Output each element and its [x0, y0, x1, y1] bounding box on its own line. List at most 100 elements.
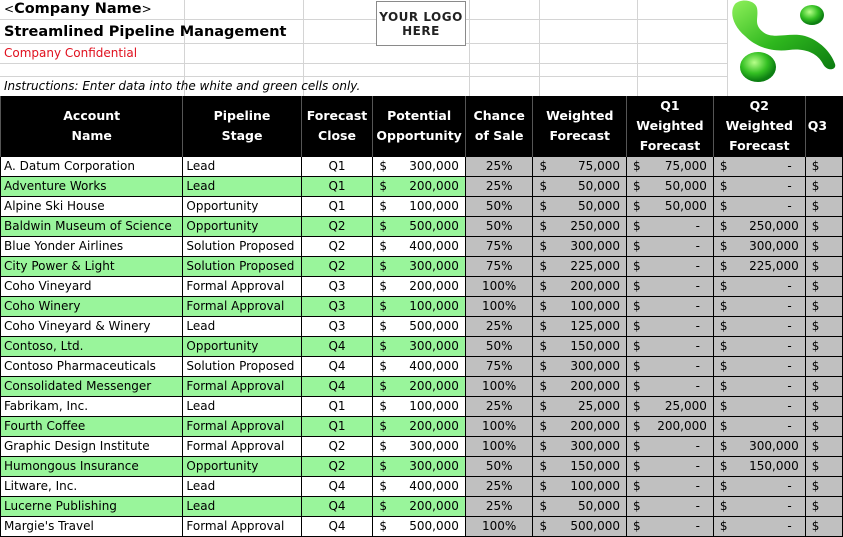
weighted-forecast-cell[interactable]: $150,000	[532, 336, 627, 357]
q2-weighted-forecast-cell[interactable]: $300,000	[712, 236, 806, 257]
chance-of-sale-cell[interactable]: 50%	[464, 196, 534, 217]
weighted-forecast-cell[interactable]: $25,000	[532, 396, 627, 417]
potential-opportunity-cell[interactable]: $200,000	[372, 276, 466, 297]
pipeline-stage-cell[interactable]: Solution Proposed	[182, 256, 302, 277]
potential-opportunity-cell[interactable]: $500,000	[372, 516, 466, 537]
q1-weighted-forecast-cell[interactable]: $200,000	[626, 416, 714, 437]
q1-weighted-forecast-cell[interactable]: $ -	[626, 496, 714, 517]
potential-opportunity-cell[interactable]: $400,000	[372, 476, 466, 497]
account-name-cell[interactable]: Lucerne Publishing	[0, 496, 184, 517]
column-header-q1-weighted-forecast[interactable]: Q1 Weighted Forecast	[626, 96, 714, 157]
q2-weighted-forecast-cell[interactable]: $ -	[712, 396, 806, 417]
potential-opportunity-cell[interactable]: $500,000	[372, 216, 466, 237]
q2-weighted-forecast-cell[interactable]: $ -	[712, 156, 806, 177]
q3-weighted-forecast-cell[interactable]: $	[804, 256, 843, 277]
weighted-forecast-cell[interactable]: $150,000	[532, 456, 627, 477]
forecast-close-cell[interactable]: Q1	[300, 396, 374, 417]
forecast-close-cell[interactable]: Q2	[300, 236, 374, 257]
weighted-forecast-cell[interactable]: $50,000	[532, 176, 627, 197]
chance-of-sale-cell[interactable]: 25%	[464, 316, 534, 337]
chance-of-sale-cell[interactable]: 50%	[464, 456, 534, 477]
pipeline-stage-cell[interactable]: Lead	[182, 176, 302, 197]
q3-weighted-forecast-cell[interactable]: $	[804, 456, 843, 477]
q1-weighted-forecast-cell[interactable]: $25,000	[626, 396, 714, 417]
confidential-label[interactable]: Company Confidential	[4, 45, 137, 61]
chance-of-sale-cell[interactable]: 100%	[464, 516, 534, 537]
pipeline-stage-cell[interactable]: Formal Approval	[182, 376, 302, 397]
account-name-cell[interactable]: Contoso, Ltd.	[0, 336, 184, 357]
forecast-close-cell[interactable]: Q3	[300, 296, 374, 317]
q3-weighted-forecast-cell[interactable]: $	[804, 336, 843, 357]
pipeline-stage-cell[interactable]: Formal Approval	[182, 276, 302, 297]
q3-weighted-forecast-cell[interactable]: $	[804, 196, 843, 217]
pipeline-stage-cell[interactable]: Formal Approval	[182, 296, 302, 317]
account-name-cell[interactable]: Coho Vineyard & Winery	[0, 316, 184, 337]
forecast-close-cell[interactable]: Q4	[300, 476, 374, 497]
chance-of-sale-cell[interactable]: 75%	[464, 256, 534, 277]
forecast-close-cell[interactable]: Q4	[300, 356, 374, 377]
q3-weighted-forecast-cell[interactable]: $	[804, 496, 843, 517]
q3-weighted-forecast-cell[interactable]: $	[804, 396, 843, 417]
account-name-cell[interactable]: Coho Vineyard	[0, 276, 184, 297]
column-header-forecast-close[interactable]: Forecast Close	[300, 96, 373, 157]
account-name-cell[interactable]: Alpine Ski House	[0, 196, 184, 217]
chance-of-sale-cell[interactable]: 50%	[464, 216, 534, 237]
account-name-cell[interactable]: Baldwin Museum of Science	[0, 216, 184, 237]
q2-weighted-forecast-cell[interactable]: $ -	[712, 296, 806, 317]
q3-weighted-forecast-cell[interactable]: $	[804, 316, 843, 337]
pipeline-stage-cell[interactable]: Lead	[182, 156, 302, 177]
forecast-close-cell[interactable]: Q2	[300, 256, 374, 277]
q1-weighted-forecast-cell[interactable]: $ -	[626, 456, 714, 477]
q3-weighted-forecast-cell[interactable]: $	[804, 296, 843, 317]
pipeline-stage-cell[interactable]: Solution Proposed	[182, 356, 302, 377]
account-name-cell[interactable]: Graphic Design Institute	[0, 436, 184, 457]
account-name-cell[interactable]: Contoso Pharmaceuticals	[0, 356, 184, 377]
q2-weighted-forecast-cell[interactable]: $ -	[712, 276, 806, 297]
account-name-cell[interactable]: Litware, Inc.	[0, 476, 184, 497]
account-name-cell[interactable]: Coho Winery	[0, 296, 184, 317]
weighted-forecast-cell[interactable]: $300,000	[532, 356, 627, 377]
weighted-forecast-cell[interactable]: $50,000	[532, 496, 627, 517]
weighted-forecast-cell[interactable]: $200,000	[532, 376, 627, 397]
forecast-close-cell[interactable]: Q4	[300, 496, 374, 517]
weighted-forecast-cell[interactable]: $75,000	[532, 156, 627, 177]
logo-placeholder[interactable]: YOUR LOGO HERE	[376, 1, 466, 46]
forecast-close-cell[interactable]: Q4	[300, 516, 374, 537]
chance-of-sale-cell[interactable]: 25%	[464, 496, 534, 517]
weighted-forecast-cell[interactable]: $200,000	[532, 416, 627, 437]
forecast-close-cell[interactable]: Q2	[300, 216, 374, 237]
account-name-cell[interactable]: Blue Yonder Airlines	[0, 236, 184, 257]
chance-of-sale-cell[interactable]: 100%	[464, 416, 534, 437]
chance-of-sale-cell[interactable]: 100%	[464, 376, 534, 397]
potential-opportunity-cell[interactable]: $200,000	[372, 376, 466, 397]
potential-opportunity-cell[interactable]: $100,000	[372, 196, 466, 217]
potential-opportunity-cell[interactable]: $200,000	[372, 496, 466, 517]
weighted-forecast-cell[interactable]: $100,000	[532, 476, 627, 497]
forecast-close-cell[interactable]: Q1	[300, 176, 374, 197]
q2-weighted-forecast-cell[interactable]: $ -	[712, 336, 806, 357]
account-name-cell[interactable]: Adventure Works	[0, 176, 184, 197]
weighted-forecast-cell[interactable]: $50,000	[532, 196, 627, 217]
q2-weighted-forecast-cell[interactable]: $ -	[712, 356, 806, 377]
chance-of-sale-cell[interactable]: 100%	[464, 296, 534, 317]
pipeline-stage-cell[interactable]: Formal Approval	[182, 436, 302, 457]
weighted-forecast-cell[interactable]: $300,000	[532, 236, 627, 257]
weighted-forecast-cell[interactable]: $225,000	[532, 256, 627, 277]
q2-weighted-forecast-cell[interactable]: $250,000	[712, 216, 806, 237]
chance-of-sale-cell[interactable]: 75%	[464, 236, 534, 257]
chance-of-sale-cell[interactable]: 25%	[464, 396, 534, 417]
q3-weighted-forecast-cell[interactable]: $	[804, 416, 843, 437]
q1-weighted-forecast-cell[interactable]: $ -	[626, 436, 714, 457]
potential-opportunity-cell[interactable]: $200,000	[372, 416, 466, 437]
q2-weighted-forecast-cell[interactable]: $ -	[712, 176, 806, 197]
forecast-close-cell[interactable]: Q4	[300, 336, 374, 357]
q1-weighted-forecast-cell[interactable]: $ -	[626, 276, 714, 297]
chance-of-sale-cell[interactable]: 100%	[464, 436, 534, 457]
q1-weighted-forecast-cell[interactable]: $ -	[626, 256, 714, 277]
pipeline-stage-cell[interactable]: Formal Approval	[182, 516, 302, 537]
column-header-account-name[interactable]: Account Name	[0, 96, 183, 157]
q1-weighted-forecast-cell[interactable]: $50,000	[626, 196, 714, 217]
potential-opportunity-cell[interactable]: $500,000	[372, 316, 466, 337]
account-name-cell[interactable]: A. Datum Corporation	[0, 156, 184, 177]
q3-weighted-forecast-cell[interactable]: $	[804, 236, 843, 257]
